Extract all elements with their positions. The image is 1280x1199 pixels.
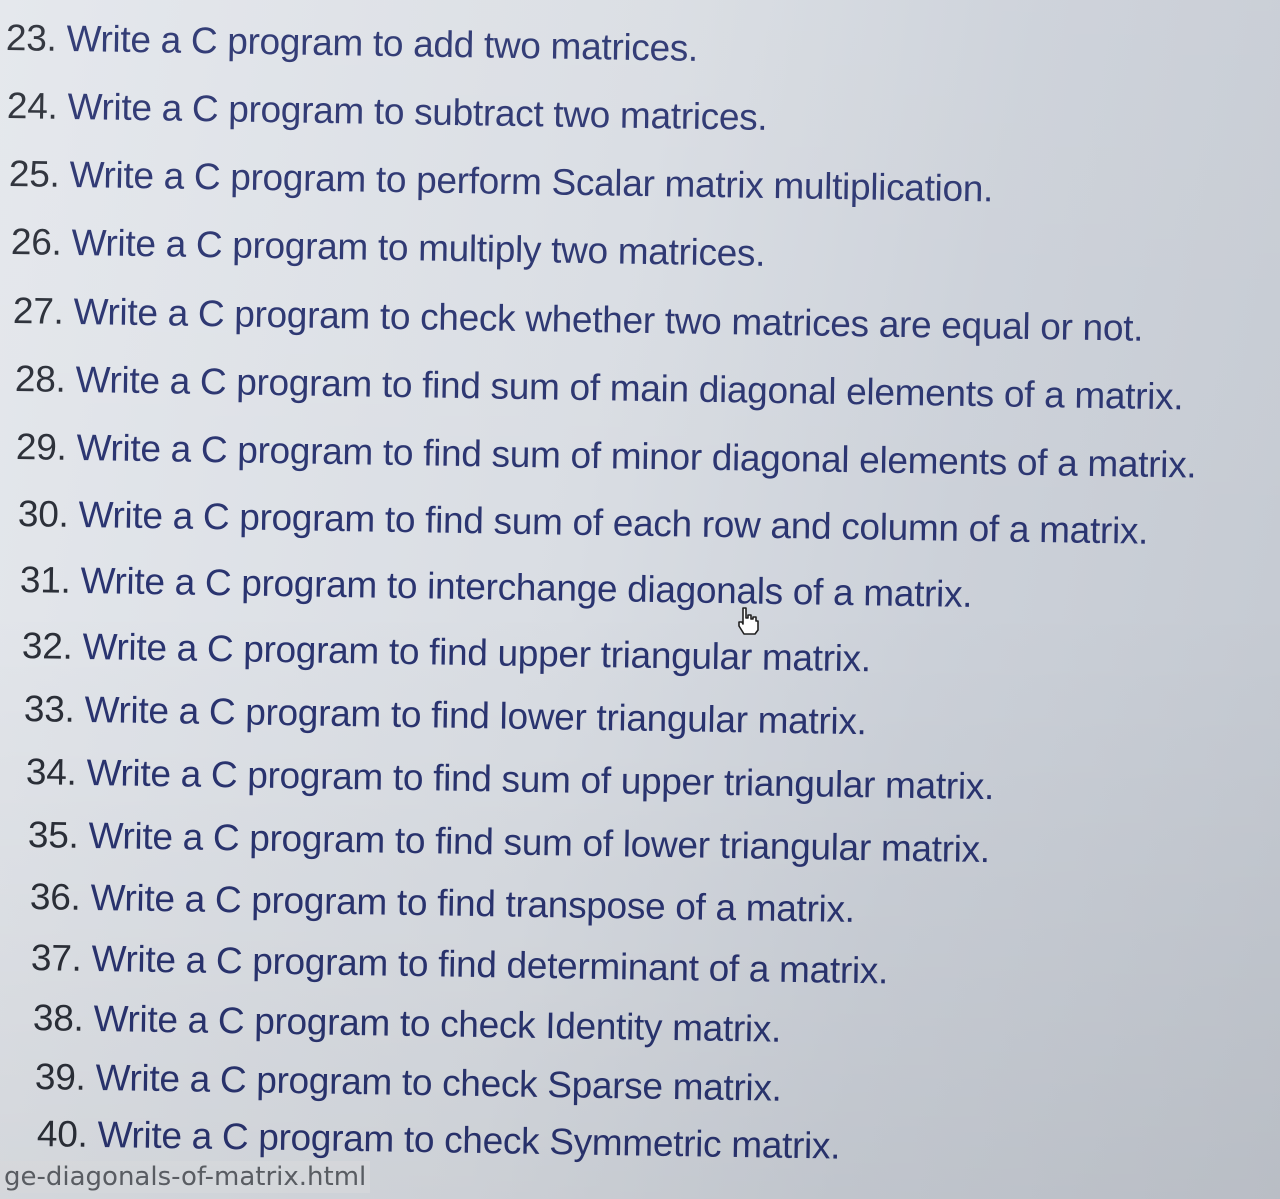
list-item[interactable]: 36. Write a C program to find transpose … — [30, 875, 855, 932]
status-bar-url: ge-diagonals-of-matrix.html — [0, 1161, 371, 1193]
item-link[interactable]: Write a C program to find lower triangul… — [84, 689, 867, 742]
item-link[interactable]: Write a C program to check Identity matr… — [93, 998, 781, 1050]
item-number: 28. — [14, 358, 66, 400]
list-item[interactable]: 37. Write a C program to find determinan… — [31, 936, 889, 993]
item-link[interactable]: Write a C program to find sum of lower t… — [88, 815, 990, 870]
item-link[interactable]: Write a C program to multiply two matric… — [71, 222, 765, 274]
item-link[interactable]: Write a C program to check whether two m… — [73, 291, 1143, 349]
item-link[interactable]: Write a C program to interchange diagona… — [80, 560, 972, 615]
item-link[interactable]: Write a C program to add two matrices. — [66, 18, 698, 69]
item-link[interactable]: Write a C program to find determinant of… — [91, 938, 888, 992]
item-number: 31. — [19, 559, 71, 601]
item-number: 37. — [30, 937, 82, 979]
item-number: 30. — [17, 493, 69, 535]
list-item[interactable]: 39. Write a C program to check Sparse ma… — [35, 1055, 782, 1111]
list-item[interactable]: 27. Write a C program to check whether t… — [13, 289, 1144, 351]
item-link[interactable]: Write a C program to perform Scalar matr… — [69, 154, 993, 210]
list-item[interactable]: 24. Write a C program to subtract two ma… — [7, 84, 768, 140]
item-number: 24. — [6, 85, 58, 127]
list-item[interactable]: 28. Write a C program to find sum of mai… — [15, 357, 1184, 419]
item-number: 38. — [32, 997, 84, 1039]
item-number: 29. — [15, 426, 67, 468]
list-item[interactable]: 23. Write a C program to add two matrice… — [6, 16, 699, 71]
item-number: 39. — [34, 1056, 86, 1098]
item-number: 34. — [25, 751, 77, 793]
item-number: 35. — [27, 814, 79, 856]
item-number: 33. — [23, 688, 75, 730]
item-link[interactable]: Write a C program to find sum of minor d… — [76, 427, 1196, 486]
item-number: 32. — [21, 625, 73, 667]
list-item[interactable]: 38. Write a C program to check Identity … — [33, 996, 782, 1052]
item-number: 36. — [29, 876, 81, 918]
item-number: 26. — [10, 221, 62, 263]
item-link[interactable]: Write a C program to check Symmetric mat… — [97, 1114, 840, 1167]
list-item[interactable]: 26. Write a C program to multiply two ma… — [11, 220, 766, 276]
list-item[interactable]: 31. Write a C program to interchange dia… — [20, 558, 973, 617]
item-link[interactable]: Write a C program to find sum of main di… — [75, 359, 1183, 417]
item-number: 25. — [8, 153, 60, 195]
item-number: 23. — [5, 17, 57, 59]
list-item[interactable]: 34. Write a C program to find sum of upp… — [26, 750, 995, 809]
item-number: 40. — [36, 1113, 88, 1155]
list-item[interactable]: 33. Write a C program to find lower tria… — [24, 687, 867, 744]
list-item[interactable]: 25. Write a C program to perform Scalar … — [9, 152, 994, 211]
item-link[interactable]: Write a C program to subtract two matric… — [67, 86, 767, 138]
hand-pointer-icon — [735, 606, 761, 636]
list-item[interactable]: 30. Write a C program to find sum of eac… — [18, 492, 1149, 554]
item-link[interactable]: Write a C program to find sum of each ro… — [78, 494, 1148, 552]
item-link[interactable]: Write a C program to find transpose of a… — [90, 877, 855, 930]
list-item[interactable]: 35. Write a C program to find sum of low… — [28, 813, 990, 872]
list-item[interactable]: 29. Write a C program to find sum of min… — [16, 425, 1197, 488]
exercise-list: 23. Write a C program to add two matrice… — [0, 0, 1280, 1199]
item-link[interactable]: Write a C program to find sum of upper t… — [86, 752, 994, 807]
item-link[interactable]: Write a C program to check Sparse matrix… — [95, 1057, 782, 1109]
item-number: 27. — [12, 290, 64, 332]
